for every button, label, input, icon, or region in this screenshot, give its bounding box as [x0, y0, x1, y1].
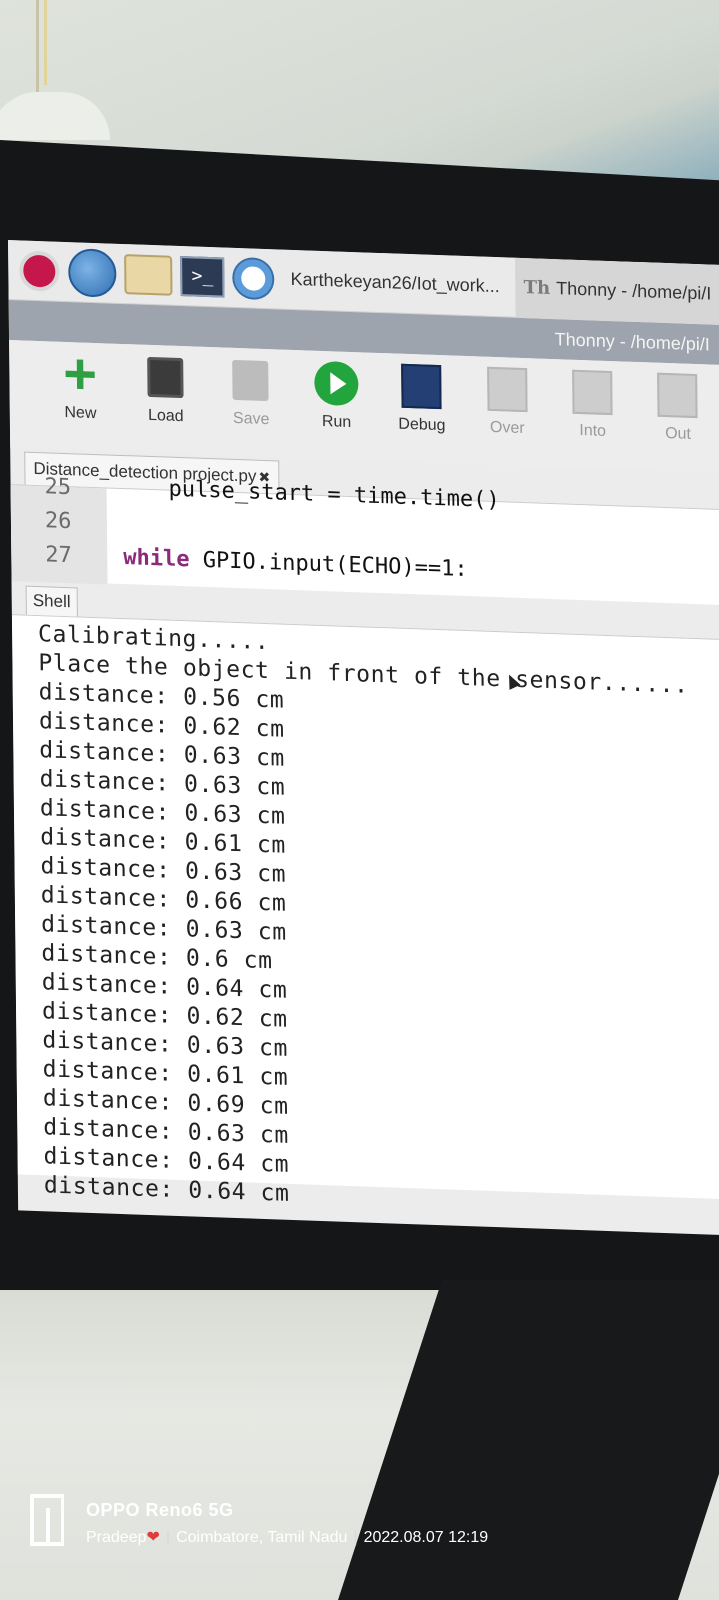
debug-label: Debug — [398, 415, 446, 435]
step-into-icon — [568, 368, 617, 418]
load-label: Load — [147, 406, 184, 426]
step-over-button[interactable]: Over — [464, 364, 550, 439]
debug-button[interactable]: Debug — [379, 361, 465, 436]
run-button[interactable]: Run — [293, 358, 379, 433]
step-out-button[interactable]: Out — [635, 370, 719, 445]
raspberry-pi-menu-icon[interactable] — [18, 246, 61, 295]
step-over-icon — [483, 365, 532, 415]
new-button[interactable]: + New — [37, 340, 123, 424]
save-label: Save — [232, 409, 270, 429]
watermark-device: OPPO Reno6 5G — [86, 1500, 234, 1520]
save-button[interactable]: Save — [208, 355, 294, 430]
terminal-icon[interactable]: >_ — [180, 252, 225, 302]
new-plus-icon: + — [62, 340, 98, 408]
browser-globe-icon[interactable] — [68, 247, 117, 298]
code-line: while GPIO.input(ECHO)==1: — [123, 545, 468, 582]
tab-shell[interactable]: Shell — [25, 585, 78, 617]
separator: | — [353, 1529, 358, 1546]
save-icon — [227, 356, 276, 406]
debug-icon — [397, 362, 446, 412]
shell-output[interactable]: Calibrating..... Place the object in fro… — [11, 614, 719, 1207]
taskbar-thonny-label: Thonny - /home/pi/I — [556, 278, 712, 304]
monitor-screen: >_ Karthekeyan26/Iot_work... Th Thonny -… — [8, 240, 719, 1236]
lamp-wire — [44, 0, 47, 85]
heart-icon: ❤ — [146, 1529, 160, 1546]
taskbar-browser-window[interactable]: Karthekeyan26/Iot_work... — [282, 269, 507, 298]
taskbar-thonny-window[interactable]: Th Thonny - /home/pi/I — [515, 257, 719, 325]
separator: | — [165, 1529, 171, 1546]
code-rest: GPIO.input(ECHO)==1: — [189, 547, 468, 583]
load-button[interactable]: Load — [122, 352, 208, 427]
line-number: 25 — [44, 474, 72, 501]
code-keyword: while — [123, 545, 190, 573]
line-number: 27 — [45, 542, 72, 569]
load-icon — [141, 353, 190, 403]
line-number-gutter — [10, 485, 108, 585]
camera-brand-logo — [30, 1494, 64, 1546]
run-play-icon — [312, 359, 361, 409]
watermark-datetime: 2022.08.07 12:19 — [363, 1529, 489, 1546]
watermark-details: Pradeep❤ | Coimbatore, Tamil Nadu | 2022.08.… — [86, 1527, 488, 1547]
window-title: Thonny - /home/pi/I — [554, 328, 710, 355]
step-into-label: Into — [579, 421, 607, 440]
line-number: 26 — [44, 508, 72, 535]
lamp-wire — [36, 0, 39, 95]
step-out-icon — [653, 371, 702, 421]
thonny-icon: Th — [523, 277, 551, 299]
file-manager-folder-icon[interactable] — [124, 250, 173, 300]
watermark-location: Coimbatore, Tamil Nadu — [176, 1529, 348, 1546]
step-over-label: Over — [489, 418, 525, 438]
step-out-label: Out — [665, 424, 692, 443]
step-into-button[interactable]: Into — [549, 367, 635, 442]
watermark-user: Pradeep — [86, 1529, 147, 1546]
new-label: New — [64, 403, 97, 423]
run-label: Run — [321, 412, 352, 432]
chromium-icon[interactable] — [232, 253, 275, 302]
